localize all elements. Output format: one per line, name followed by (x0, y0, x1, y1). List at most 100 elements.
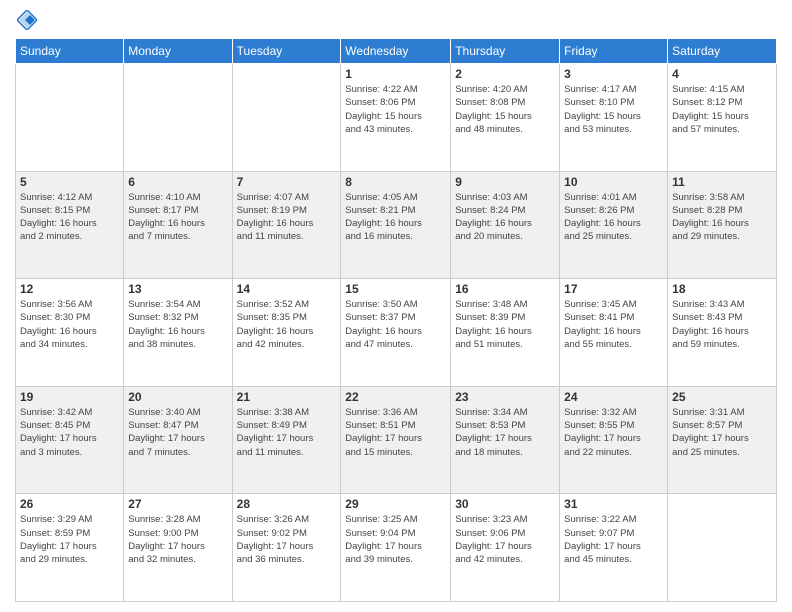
calendar-cell: 11 Sunrise: 3:58 AM Sunset: 8:28 PM Dayli… (668, 171, 777, 279)
day-info: Sunrise: 3:31 AM Sunset: 8:57 PM Dayligh… (672, 406, 772, 459)
day-info: Sunrise: 3:22 AM Sunset: 9:07 PM Dayligh… (564, 513, 663, 566)
day-number: 21 (237, 390, 337, 404)
day-info: Sunrise: 3:52 AM Sunset: 8:35 PM Dayligh… (237, 298, 337, 351)
day-info: Sunrise: 4:20 AM Sunset: 8:08 PM Dayligh… (455, 83, 555, 136)
calendar-cell: 31 Sunrise: 3:22 AM Sunset: 9:07 PM Dayli… (560, 494, 668, 602)
calendar-cell: 12Sunrise: 3:56 AM Sunset: 8:30 PM Dayli… (16, 279, 124, 387)
day-number: 25 (672, 390, 772, 404)
day-number: 8 (345, 175, 446, 189)
calendar-cell: 25 Sunrise: 3:31 AM Sunset: 8:57 PM Dayli… (668, 386, 777, 494)
day-number: 9 (455, 175, 555, 189)
calendar-cell: 3 Sunrise: 4:17 AM Sunset: 8:10 PM Daylig… (560, 64, 668, 172)
day-info: Sunrise: 3:29 AM Sunset: 8:59 PM Dayligh… (20, 513, 119, 566)
calendar-cell: 15 Sunrise: 3:50 AM Sunset: 8:37 PM Dayli… (341, 279, 451, 387)
calendar-day-header: Friday (560, 39, 668, 64)
calendar-cell: 23Sunrise: 3:34 AM Sunset: 8:53 PM Dayli… (451, 386, 560, 494)
day-info: Sunrise: 4:01 AM Sunset: 8:26 PM Dayligh… (564, 191, 663, 244)
day-info: Sunrise: 3:32 AM Sunset: 8:55 PM Dayligh… (564, 406, 663, 459)
day-number: 31 (564, 497, 663, 511)
calendar-cell: 5Sunrise: 4:12 AM Sunset: 8:15 PM Daylig… (16, 171, 124, 279)
calendar-cell: 7 Sunrise: 4:07 AM Sunset: 8:19 PM Daylig… (232, 171, 341, 279)
day-info: Sunrise: 3:28 AM Sunset: 9:00 PM Dayligh… (128, 513, 227, 566)
day-number: 4 (672, 67, 772, 81)
day-info: Sunrise: 3:25 AM Sunset: 9:04 PM Dayligh… (345, 513, 446, 566)
calendar-cell (124, 64, 232, 172)
day-number: 22 (345, 390, 446, 404)
calendar-day-header: Monday (124, 39, 232, 64)
day-info: Sunrise: 3:43 AM Sunset: 8:43 PM Dayligh… (672, 298, 772, 351)
day-number: 27 (128, 497, 227, 511)
day-info: Sunrise: 4:22 AM Sunset: 8:06 PM Dayligh… (345, 83, 446, 136)
day-number: 2 (455, 67, 555, 81)
day-info: Sunrise: 4:03 AM Sunset: 8:24 PM Dayligh… (455, 191, 555, 244)
calendar-cell (232, 64, 341, 172)
day-number: 19 (20, 390, 119, 404)
day-number: 13 (128, 282, 227, 296)
calendar-week-row: 5Sunrise: 4:12 AM Sunset: 8:15 PM Daylig… (16, 171, 777, 279)
day-number: 11 (672, 175, 772, 189)
day-number: 7 (237, 175, 337, 189)
day-info: Sunrise: 4:07 AM Sunset: 8:19 PM Dayligh… (237, 191, 337, 244)
calendar-cell: 13 Sunrise: 3:54 AM Sunset: 8:32 PM Dayli… (124, 279, 232, 387)
day-number: 20 (128, 390, 227, 404)
day-info: Sunrise: 3:38 AM Sunset: 8:49 PM Dayligh… (237, 406, 337, 459)
day-number: 18 (672, 282, 772, 296)
calendar-day-header: Thursday (451, 39, 560, 64)
calendar-cell: 24 Sunrise: 3:32 AM Sunset: 8:55 PM Dayli… (560, 386, 668, 494)
calendar-week-row: 19 Sunrise: 3:42 AM Sunset: 8:45 PM Dayli… (16, 386, 777, 494)
day-info: Sunrise: 3:54 AM Sunset: 8:32 PM Dayligh… (128, 298, 227, 351)
calendar-cell (16, 64, 124, 172)
calendar-week-row: 1 Sunrise: 4:22 AM Sunset: 8:06 PM Daylig… (16, 64, 777, 172)
day-number: 12 (20, 282, 119, 296)
day-info: Sunrise: 3:58 AM Sunset: 8:28 PM Dayligh… (672, 191, 772, 244)
calendar-cell: 27 Sunrise: 3:28 AM Sunset: 9:00 PM Dayli… (124, 494, 232, 602)
calendar-cell: 17Sunrise: 3:45 AM Sunset: 8:41 PM Dayli… (560, 279, 668, 387)
logo-icon (17, 10, 37, 30)
calendar-day-header: Tuesday (232, 39, 341, 64)
day-info: Sunrise: 3:26 AM Sunset: 9:02 PM Dayligh… (237, 513, 337, 566)
page: SundayMondayTuesdayWednesdayThursdayFrid… (0, 0, 792, 612)
day-number: 10 (564, 175, 663, 189)
day-number: 3 (564, 67, 663, 81)
day-number: 15 (345, 282, 446, 296)
day-info: Sunrise: 4:17 AM Sunset: 8:10 PM Dayligh… (564, 83, 663, 136)
calendar-cell: 22 Sunrise: 3:36 AM Sunset: 8:51 PM Dayli… (341, 386, 451, 494)
day-info: Sunrise: 3:34 AM Sunset: 8:53 PM Dayligh… (455, 406, 555, 459)
calendar-cell: 28 Sunrise: 3:26 AM Sunset: 9:02 PM Dayli… (232, 494, 341, 602)
calendar-table: SundayMondayTuesdayWednesdayThursdayFrid… (15, 38, 777, 602)
calendar-week-row: 12Sunrise: 3:56 AM Sunset: 8:30 PM Dayli… (16, 279, 777, 387)
logo (15, 10, 37, 30)
calendar-cell: 9 Sunrise: 4:03 AM Sunset: 8:24 PM Daylig… (451, 171, 560, 279)
calendar-cell: 21 Sunrise: 3:38 AM Sunset: 8:49 PM Dayli… (232, 386, 341, 494)
calendar-cell: 26Sunrise: 3:29 AM Sunset: 8:59 PM Dayli… (16, 494, 124, 602)
day-info: Sunrise: 3:40 AM Sunset: 8:47 PM Dayligh… (128, 406, 227, 459)
day-info: Sunrise: 4:15 AM Sunset: 8:12 PM Dayligh… (672, 83, 772, 136)
day-info: Sunrise: 3:45 AM Sunset: 8:41 PM Dayligh… (564, 298, 663, 351)
day-number: 16 (455, 282, 555, 296)
day-info: Sunrise: 3:42 AM Sunset: 8:45 PM Dayligh… (20, 406, 119, 459)
calendar-cell: 16 Sunrise: 3:48 AM Sunset: 8:39 PM Dayli… (451, 279, 560, 387)
calendar-cell: 4 Sunrise: 4:15 AM Sunset: 8:12 PM Daylig… (668, 64, 777, 172)
day-info: Sunrise: 3:48 AM Sunset: 8:39 PM Dayligh… (455, 298, 555, 351)
day-info: Sunrise: 4:10 AM Sunset: 8:17 PM Dayligh… (128, 191, 227, 244)
day-number: 14 (237, 282, 337, 296)
day-info: Sunrise: 3:50 AM Sunset: 8:37 PM Dayligh… (345, 298, 446, 351)
day-info: Sunrise: 3:36 AM Sunset: 8:51 PM Dayligh… (345, 406, 446, 459)
day-number: 30 (455, 497, 555, 511)
day-number: 6 (128, 175, 227, 189)
calendar-cell: 6 Sunrise: 4:10 AM Sunset: 8:17 PM Daylig… (124, 171, 232, 279)
day-number: 5 (20, 175, 119, 189)
calendar-day-header: Saturday (668, 39, 777, 64)
day-number: 1 (345, 67, 446, 81)
calendar-header-row: SundayMondayTuesdayWednesdayThursdayFrid… (16, 39, 777, 64)
header (15, 10, 777, 30)
calendar-cell: 14 Sunrise: 3:52 AM Sunset: 8:35 PM Dayli… (232, 279, 341, 387)
calendar-cell: 19 Sunrise: 3:42 AM Sunset: 8:45 PM Dayli… (16, 386, 124, 494)
day-number: 28 (237, 497, 337, 511)
day-number: 24 (564, 390, 663, 404)
calendar-cell: 1 Sunrise: 4:22 AM Sunset: 8:06 PM Daylig… (341, 64, 451, 172)
calendar-cell: 20 Sunrise: 3:40 AM Sunset: 8:47 PM Dayli… (124, 386, 232, 494)
calendar-cell: 10 Sunrise: 4:01 AM Sunset: 8:26 PM Dayli… (560, 171, 668, 279)
calendar-cell: 2 Sunrise: 4:20 AM Sunset: 8:08 PM Daylig… (451, 64, 560, 172)
calendar-cell: 18 Sunrise: 3:43 AM Sunset: 8:43 PM Dayli… (668, 279, 777, 387)
